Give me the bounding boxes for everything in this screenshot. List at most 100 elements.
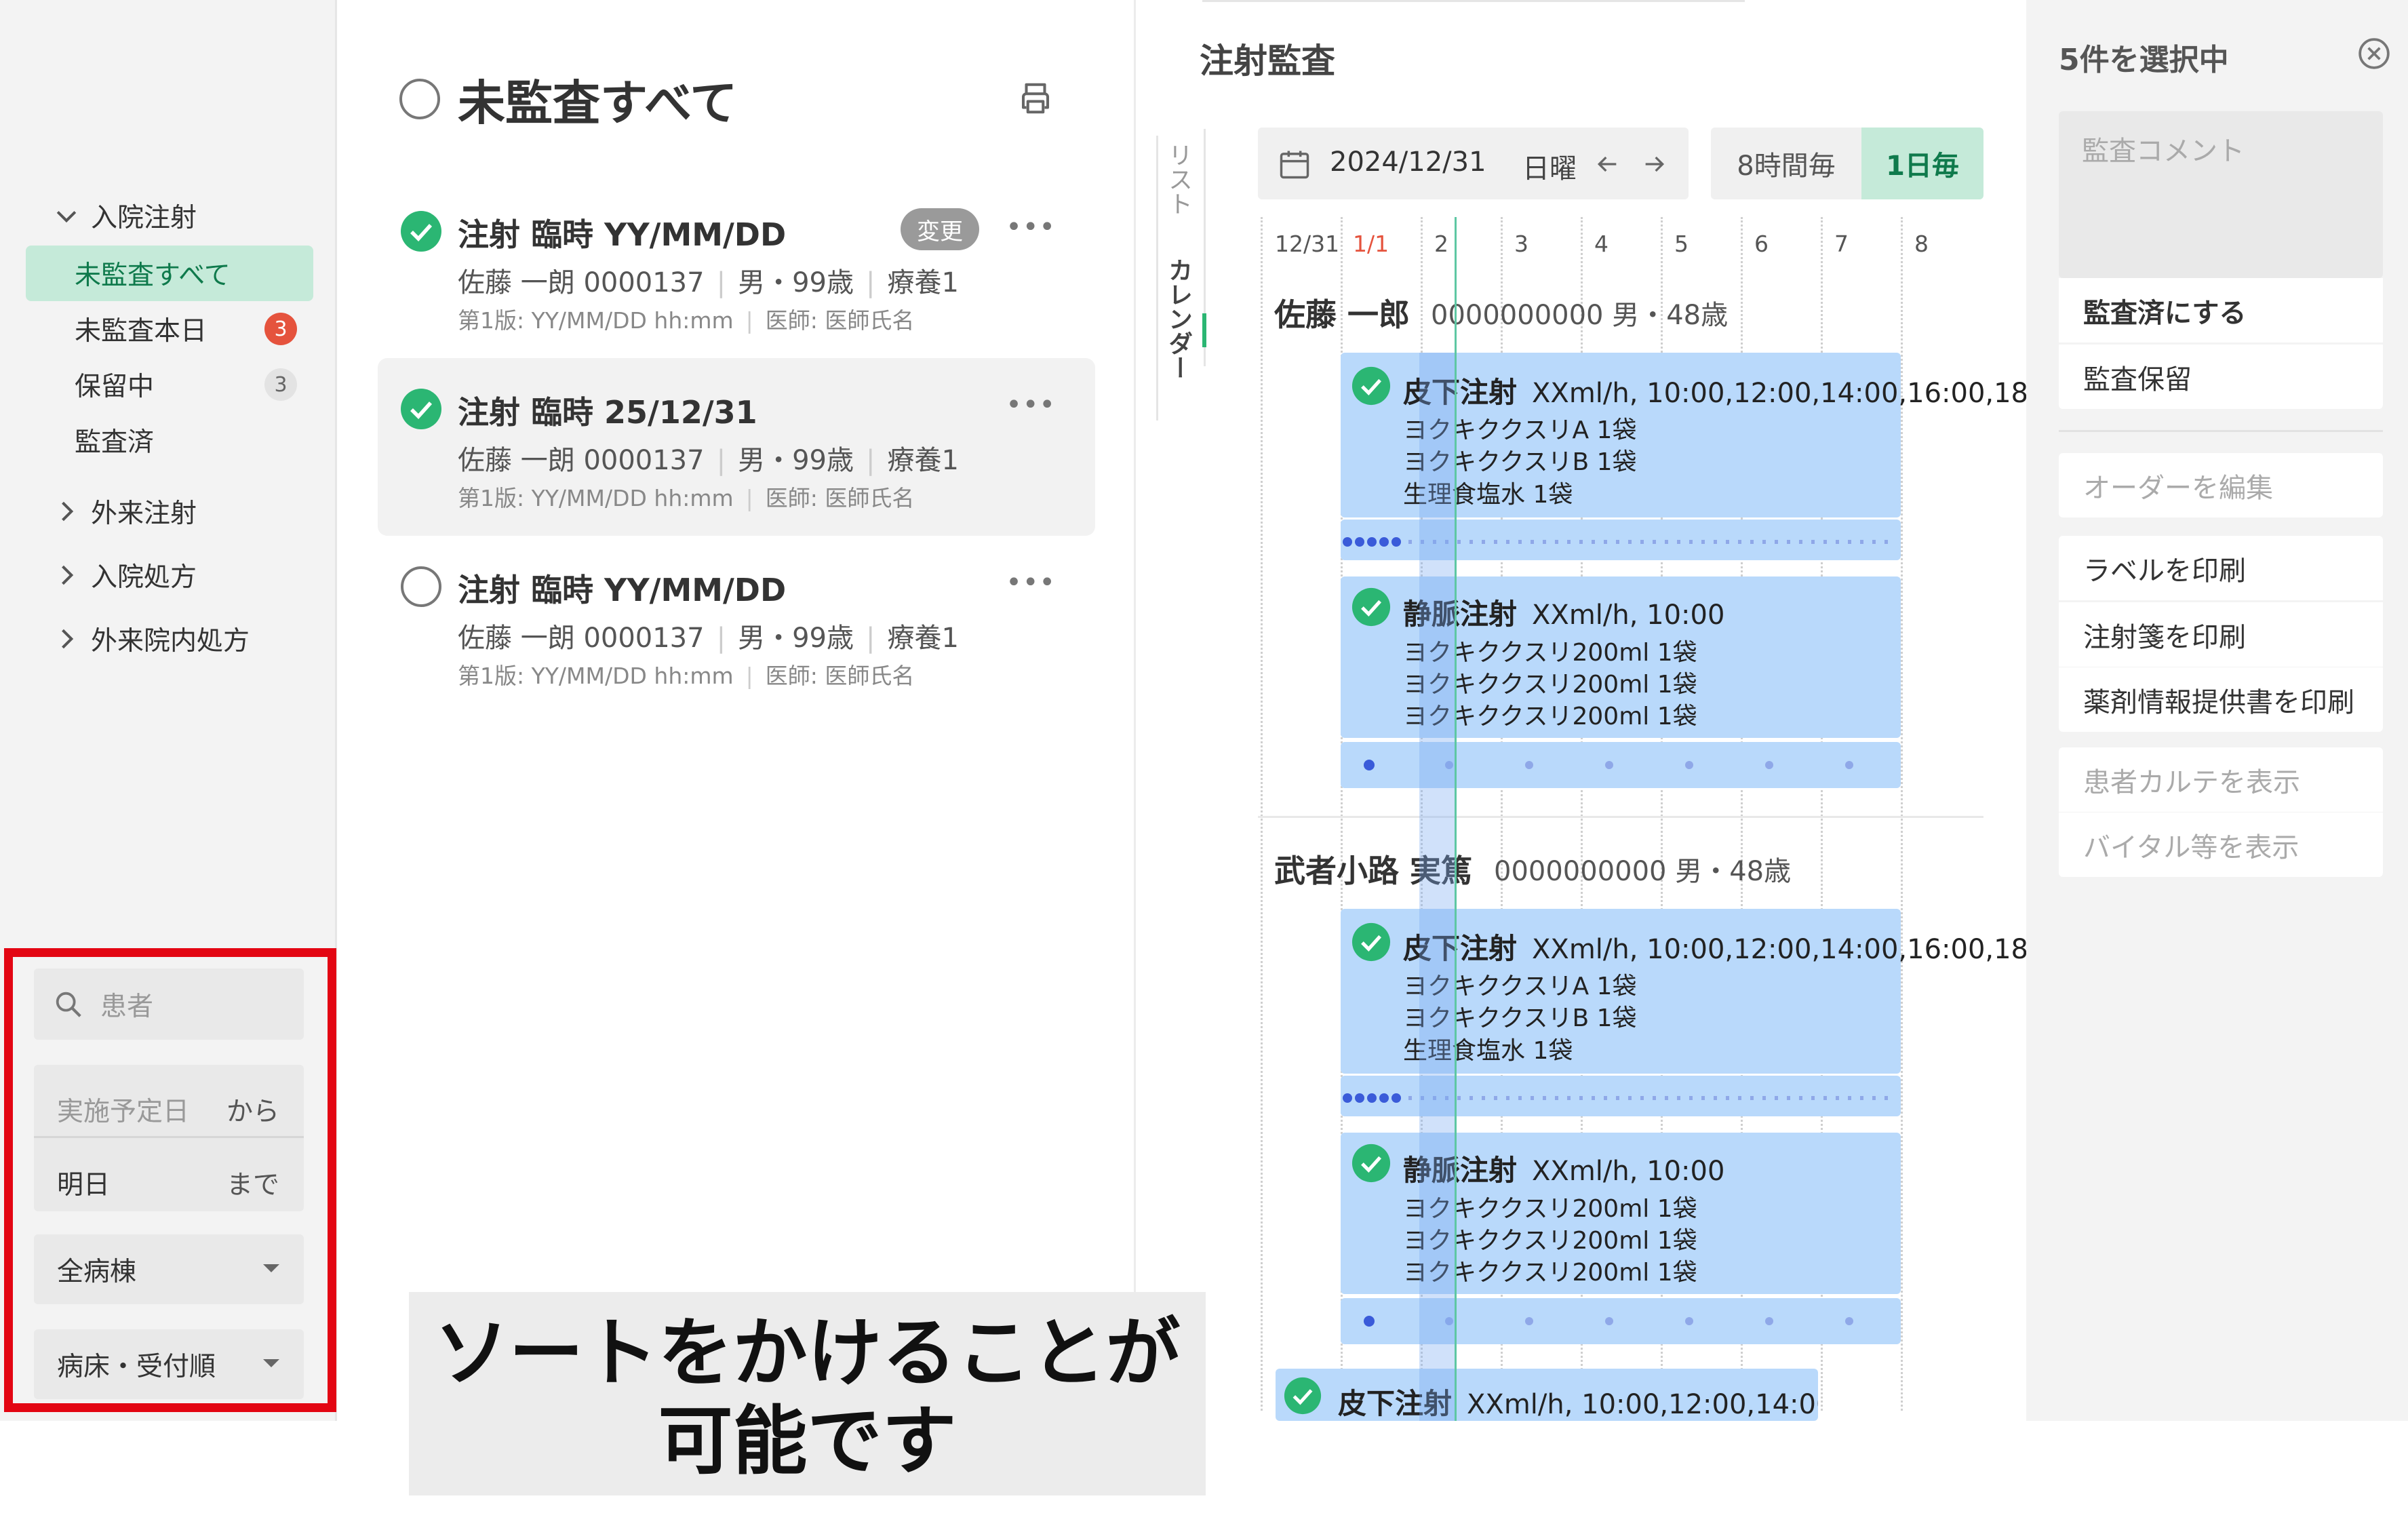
mode-8h-button[interactable]: 8時間毎 [1711,128,1861,199]
order-card-selected[interactable]: 注射 臨時 25/12/31 ••• 佐藤 一朗 0000137 | 男・99歳 | 療… [378,358,1095,536]
close-icon[interactable] [2357,37,2391,71]
ward: 療養1 [887,267,959,298]
print-slip-button[interactable]: 注射箋を印刷 [2059,602,2383,667]
current-date: 2024/12/31 [1330,146,1486,178]
sex-age: 男・99歳 [738,445,854,476]
sidebar-item-label: 保留中 [75,372,155,402]
chevron-right-icon [62,501,74,522]
patient-id: 0000137 [583,445,705,476]
show-chart-button[interactable]: 患者カルテを表示 [2059,747,2383,812]
annotation-line: 可能です [658,1398,957,1485]
patient-id: 0000137 [583,623,705,654]
day-label: 3 [1514,231,1528,257]
order-header: 皮下注射 XXml/h, 10:00,12:00,14:00,16:00,18:0… [1403,370,2072,411]
annotation-line: ソートをかけることが [434,1310,1181,1396]
schedule: XXml/h, 10:00,12:00,14:00,16:00,18:00 [1532,378,2072,409]
tab-calendar[interactable]: カレンダー [1160,258,1196,380]
check-circle-icon[interactable] [1351,922,1391,962]
print-drug-info-button[interactable]: 薬剤情報提供書を印刷 [2059,667,2383,732]
more-icon[interactable]: ••• [1006,567,1056,598]
show-vitals-button[interactable]: バイタル等を表示 [2059,813,2383,877]
chevron-right-icon [62,565,74,585]
edit-order-button[interactable]: オーダーを編集 [2059,453,2383,517]
doctor: 医師: 医師氏名 [765,307,915,334]
sidebar-item-label: 監査済 [75,427,155,458]
check-circle-icon[interactable] [1351,366,1391,406]
current-time-line [1455,217,1457,1421]
patient-name: 佐藤 一朗 [458,267,575,298]
sidebar-item-on-hold[interactable]: 保留中 3 [26,357,313,412]
order-patient-line: 佐藤 一朗 0000137 | 男・99歳 | 療養1 [458,445,959,476]
unchecked-circle-icon[interactable] [400,566,442,608]
doctor: 医師: 医師氏名 [765,485,915,511]
sidebar-item-unaudited-all[interactable]: 未監査すべて [26,246,313,301]
hold-audit-button[interactable]: 監査保留 [2059,345,2383,409]
schedule: XXml/h, 10:00,12:00,14:00,16:00,1 [1467,1389,1818,1420]
action-panel: 5件を選択中 監査コメント 監査済にする 監査保留 オーダーを編集 ラベルを印刷… [2026,0,2408,1421]
check-circle-icon[interactable] [1284,1377,1322,1415]
injection-order-block-partial[interactable]: 皮下注射XXml/h, 10:00,12:00,14:00,16:00,1 [1276,1369,1818,1421]
patient-info: 0000000000 男・48歳 [1431,300,1729,331]
mode-1d-button[interactable]: 1日毎 [1861,128,1983,199]
day-label: 7 [1834,231,1849,257]
more-icon[interactable]: ••• [1006,389,1056,420]
top-divider [1202,0,1745,2]
annotation-note: ソートをかけることが 可能です [409,1292,1206,1495]
arrow-left-icon[interactable] [1594,151,1621,178]
count-badge: 3 [264,368,297,401]
sidebar-item-label: 未監査本日 [75,316,208,347]
order-patient-line: 佐藤 一朗 0000137 | 男・99歳 | 療養1 [458,267,959,298]
order-patient-line: 佐藤 一朗 0000137 | 男・99歳 | 療養1 [458,623,959,654]
check-circle-icon[interactable] [400,210,442,252]
patient-name: 佐藤 一朗 [458,623,575,654]
nav-group-label: 入院注射 [91,203,197,233]
day-label: 8 [1914,231,1929,257]
nav-group-label: 外来注射 [91,498,197,529]
print-label-button[interactable]: ラベルを印刷 [2059,536,2383,600]
nav-group-label: 外来院内処方 [91,626,250,657]
view-tabs: リスト カレンダー [1156,136,1197,420]
version: 第1版: YY/MM/DD hh:mm [458,307,734,334]
order-list-panel: 未監査すべて 注射 臨時 YY/MM/DD 変更 ••• 佐藤 一朗 00001… [339,0,1132,1421]
ward: 療養1 [887,623,959,654]
patient-info: 0000000000 男・48歳 [1494,856,1792,887]
day-label: 5 [1674,231,1689,257]
sidebar-item-unaudited-today[interactable]: 未監査本日 3 [26,301,313,357]
order-meta-line: 第1版: YY/MM/DD hh:mm | 医師: 医師氏名 [458,485,915,511]
check-circle-icon[interactable] [400,388,442,430]
check-circle-icon[interactable] [1351,587,1391,627]
nav-group-inpatient-injection[interactable]: 入院注射 [52,197,197,235]
order-title: 注射 臨時 YY/MM/DD [458,572,787,608]
day-label: 2 [1434,231,1448,257]
select-all-checkbox[interactable] [399,78,441,120]
order-card[interactable]: 注射 臨時 YY/MM/DD ••• 佐藤 一朗 0000137 | 男・99歳 | 療… [378,536,1095,713]
change-badge: 変更 [901,208,979,250]
sidebar-item-audited[interactable]: 監査済 [26,412,313,468]
ward: 療養1 [887,445,959,476]
day-label: 1/1 [1353,231,1389,257]
nav-group-inpatient-prescription[interactable]: 入院処方 [52,556,197,594]
chevron-down-icon [56,211,77,223]
nav-group-outpatient-in-house-prescription[interactable]: 外来院内処方 [52,620,250,658]
audit-comment-textarea[interactable]: 監査コメント [2059,111,2383,278]
divider [2059,430,2383,432]
order-card[interactable]: 注射 臨時 YY/MM/DD 変更 ••• 佐藤 一朗 0000137 | 男・99… [378,180,1095,358]
chevron-right-icon [62,629,74,649]
date-picker[interactable]: 2024/12/31 日曜 [1258,128,1689,199]
print-icon[interactable] [1017,80,1054,117]
panel-title: 注射監査 [1200,41,1335,81]
highlight-box [4,948,336,1412]
arrow-right-icon[interactable] [1641,151,1668,178]
tab-list[interactable]: リスト [1160,142,1196,216]
grid-line [1261,217,1263,1411]
patient-name: 佐藤 一郎 [1274,296,1410,333]
check-circle-icon[interactable] [1351,1143,1391,1183]
doctor: 医師: 医師氏名 [765,663,915,689]
day-label: 12/31 [1275,231,1340,257]
more-icon[interactable]: ••• [1006,212,1056,243]
order-header: 皮下注射XXml/h, 10:00,12:00,14:00,16:00,1 [1338,1381,1818,1421]
day-label: 6 [1754,231,1769,257]
nav-group-outpatient-injection[interactable]: 外来注射 [52,492,197,530]
mark-audited-button[interactable]: 監査済にする [2059,278,2383,343]
count-badge: 3 [264,313,297,345]
